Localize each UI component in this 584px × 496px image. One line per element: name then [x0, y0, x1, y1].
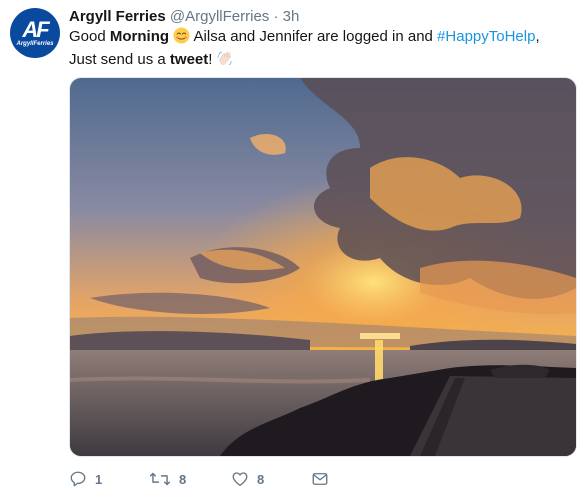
envelope-icon	[312, 473, 328, 485]
text-bold-morning: Morning	[109, 28, 170, 45]
tweet-header: Argyll Ferries @ArgyllFerries · 3h	[69, 8, 299, 26]
author-handle[interactable]: @ArgyllFerries	[170, 8, 269, 25]
text-part-4: !	[208, 51, 213, 68]
text-part-2: Ailsa and Jennifer are logged in and	[190, 28, 438, 45]
tweet-text: Good Morning Ailsa and Jennifer are logg…	[69, 27, 569, 73]
like-count: 8	[257, 471, 265, 487]
waving-hand-icon	[217, 50, 234, 73]
tweet-photo[interactable]	[69, 77, 577, 457]
tweet-timestamp[interactable]: 3h	[283, 8, 300, 25]
reply-action[interactable]: 1	[69, 468, 102, 490]
separator-dot: ·	[273, 8, 279, 25]
direct-message-action[interactable]	[311, 468, 329, 490]
hashtag-link[interactable]: #HappyToHelp	[437, 28, 535, 45]
retweet-count: 8	[179, 471, 187, 487]
heart-icon	[232, 472, 248, 487]
text-part-1: Good	[69, 28, 110, 45]
retweet-action[interactable]: 8	[149, 468, 186, 490]
like-action[interactable]: 8	[231, 468, 264, 490]
avatar-logo-subtext: ArgyllFerries	[16, 41, 54, 47]
text-bold-tweet: tweet	[169, 51, 209, 68]
sunset-photo	[70, 78, 576, 456]
avatar[interactable]: AF ArgyllFerries	[10, 8, 60, 58]
author-name[interactable]: Argyll Ferries	[69, 8, 166, 25]
retweet-icon	[149, 472, 171, 486]
reply-icon	[70, 471, 86, 487]
smiling-face-icon	[173, 27, 190, 50]
reply-count: 1	[95, 471, 103, 487]
avatar-logo-text: AF	[22, 17, 49, 42]
